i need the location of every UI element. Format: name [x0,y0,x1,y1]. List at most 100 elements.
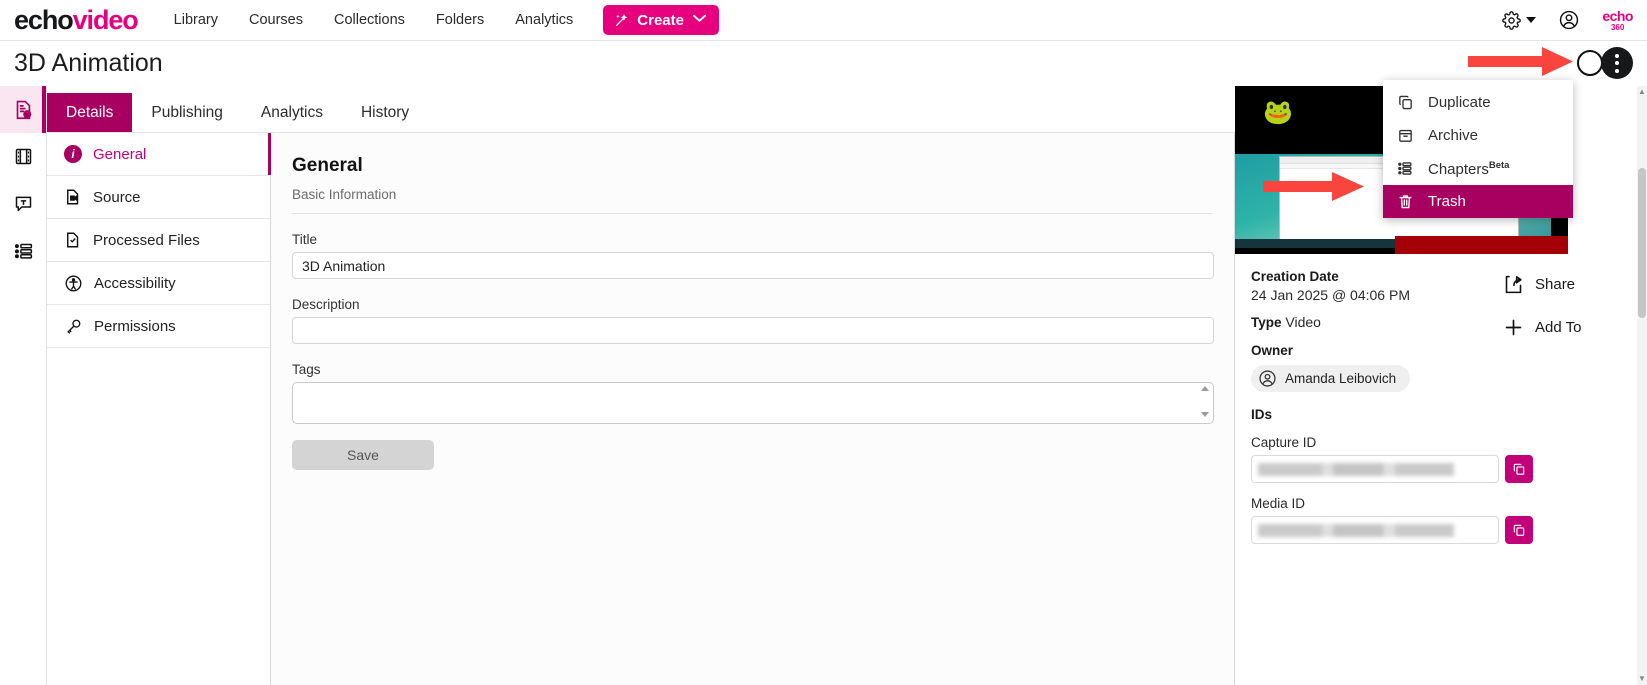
page-title: 3D Animation [14,48,163,77]
caption-bubble-icon [13,193,34,214]
create-button[interactable]: Create [603,5,719,35]
rail-item-settings-list[interactable] [0,227,46,274]
nav-item-courses[interactable]: Courses [249,12,303,28]
settings-menu-button[interactable] [1502,10,1537,30]
chevron-up-icon[interactable] [1201,386,1209,391]
sidebar-item-label: Permissions [94,317,176,335]
duplicate-icon [1397,94,1414,111]
sidebar-item-processed-files[interactable]: Processed Files [47,219,270,262]
plus-icon [1503,317,1524,338]
beta-badge: Beta [1488,159,1510,171]
media-id-field[interactable] [1251,516,1499,544]
thumbnail-annotation-arrow [1268,173,1364,200]
echo360-logo-line1: echo [1602,7,1633,24]
more-options-button[interactable] [1601,47,1633,79]
menu-item-trash[interactable]: Trash [1383,185,1573,218]
description-field-label: Description [292,297,360,312]
kebab-focus-ring [1577,50,1603,76]
media-id-label: Media ID [1251,496,1306,511]
nav-item-collections[interactable]: Collections [334,12,405,28]
menu-item-duplicate[interactable]: Duplicate [1383,86,1573,119]
copy-icon [1512,462,1526,476]
menu-item-archive[interactable]: Archive [1383,119,1573,152]
sidebar-item-label: Source [93,188,141,206]
owner-chip[interactable]: Amanda Leibovich [1251,365,1411,392]
panel-scrollbar-thumb[interactable] [1638,168,1646,318]
accessibility-icon [64,274,83,293]
echovideo-logo[interactable]: echovideo [14,4,139,35]
source-file-icon [64,188,82,206]
tags-input[interactable] [292,382,1214,424]
scroll-down-arrow[interactable]: ▼ [1638,675,1646,683]
echo360-logo-line2: 360 [1610,22,1625,32]
sidebar-item-accessibility[interactable]: Accessibility [47,262,270,305]
title-input[interactable] [292,252,1214,279]
description-input[interactable] [292,317,1214,344]
kebab-dot [1615,53,1619,58]
menu-item-label: Archive [1428,127,1479,144]
detail-tabs: Details Publishing Analytics History [47,86,1235,133]
avatar-icon [1258,369,1277,388]
copy-media-id-button[interactable] [1505,516,1533,544]
capture-id-field[interactable] [1251,455,1499,483]
chapters-icon [1397,160,1414,177]
top-navigation-bar: echovideo Library Courses Collections Fo… [0,0,1647,41]
echo360-logo: echo 360 [1602,9,1633,32]
tab-details[interactable]: Details [47,93,133,132]
add-to-button[interactable]: Add To [1503,317,1613,338]
sidebar-item-permissions[interactable]: Permissions [47,305,270,348]
capture-id-redacted-value [1258,463,1486,476]
media-action-buttons: Share Add To [1503,274,1613,360]
app-root: echovideo Library Courses Collections Fo… [0,0,1647,685]
more-options-dropdown: Duplicate Archive ChaptersBeta Trash [1383,80,1573,218]
sidebar-item-label: Accessibility [94,274,176,292]
top-nav-right-group: echo 360 [1502,9,1647,32]
frog-emoji-overlay: 🐸 [1263,99,1293,126]
nav-item-analytics[interactable]: Analytics [515,12,573,28]
section-subtitle: Basic Information [292,187,397,202]
archive-icon [1397,127,1414,144]
rail-item-media[interactable] [0,133,46,180]
left-icon-rail: i [0,86,47,685]
sidebar-item-general[interactable]: i General [47,133,271,176]
chevron-down-icon [693,14,706,26]
info-icon: i [64,145,82,163]
type-value: Video [1285,314,1321,330]
sidebar-item-source[interactable]: Source [47,176,270,219]
tab-publishing[interactable]: Publishing [132,93,242,132]
user-account-icon[interactable] [1558,9,1580,31]
capture-id-row [1251,455,1641,483]
list-settings-icon [13,240,34,261]
chevron-down-icon[interactable] [1201,412,1209,417]
section-title: General [292,155,363,176]
scroll-up-arrow[interactable]: ▲ [1638,88,1646,96]
share-button[interactable]: Share [1503,274,1613,295]
nav-item-library[interactable]: Library [174,12,218,28]
tab-history[interactable]: History [342,93,428,132]
menu-item-label: Trash [1428,193,1466,210]
nav-item-folders[interactable]: Folders [436,12,484,28]
create-button-label: Create [637,11,684,29]
details-sidebar: i General Source Processed Files Accessi… [47,133,271,685]
menu-item-chapters[interactable]: ChaptersBeta [1383,152,1573,185]
rail-item-details[interactable]: i [0,86,46,133]
copy-icon [1512,523,1526,537]
copy-capture-id-button[interactable] [1505,455,1533,483]
rail-item-captions[interactable] [0,180,46,227]
owner-name: Amanda Leibovich [1285,371,1397,386]
primary-nav-links: Library Courses Collections Folders Anal… [174,12,574,28]
ids-label: IDs [1251,407,1273,422]
section-divider [292,213,1212,214]
kebab-dot [1615,68,1619,73]
save-button[interactable]: Save [292,440,434,470]
kebab-dot [1615,61,1619,65]
tags-stepper[interactable] [1201,386,1209,417]
tags-field-label: Tags [292,362,321,377]
menu-item-label: ChaptersBeta [1428,159,1510,178]
gear-icon [1502,10,1522,30]
panel-scrollbar[interactable]: ▲ ▼ [1637,86,1647,685]
brand-text-video: video [72,4,139,35]
tab-analytics[interactable]: Analytics [242,93,342,132]
processed-file-check-icon [64,231,82,249]
sidebar-item-label: Processed Files [93,231,200,249]
